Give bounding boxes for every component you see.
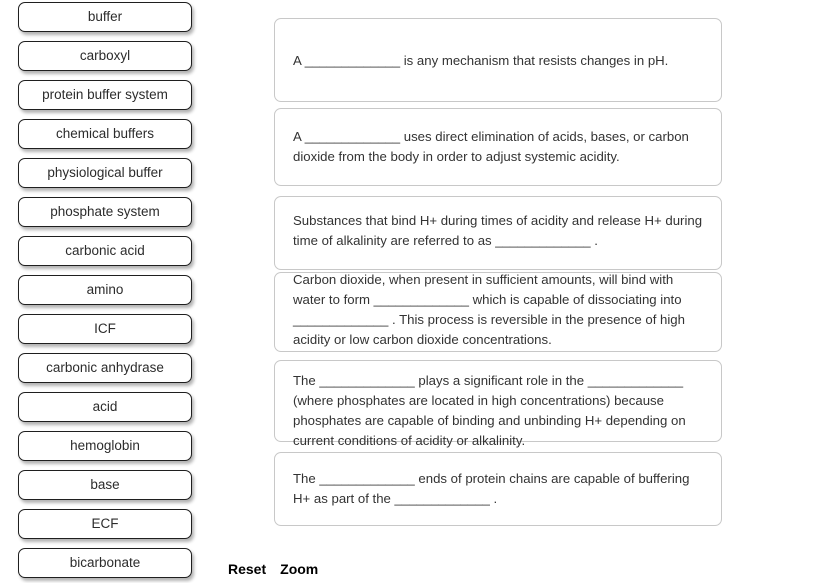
word-tile-label: hemoglobin	[70, 438, 140, 454]
word-tile-label: amino	[86, 282, 124, 298]
word-tile-label: ECF	[91, 516, 119, 532]
word-tile-label: protein buffer system	[42, 87, 168, 103]
word-tile[interactable]: carbonic anhydrase	[18, 353, 192, 383]
zoom-button[interactable]: Zoom	[280, 561, 318, 577]
word-tile-tray: buffer carboxyl protein buffer system chemi…	[0, 0, 212, 583]
word-tile-label: base	[90, 477, 120, 493]
question-card[interactable]: A _____________ uses direct elimination …	[274, 108, 722, 186]
word-tile[interactable]: carboxyl	[18, 41, 192, 71]
question-text: Carbon dioxide, when present in sufficie…	[293, 272, 685, 347]
word-tile[interactable]: amino	[18, 275, 192, 305]
question-text: The _____________ ends of protein chains…	[293, 471, 690, 506]
question-card[interactable]: Substances that bind H+ during times of …	[274, 196, 722, 270]
question-text: The _____________ plays a significant ro…	[293, 373, 686, 448]
control-bar: Reset Zoom	[228, 561, 318, 583]
word-tile[interactable]: acid	[18, 392, 192, 422]
question-text: A _____________ is any mechanism that re…	[293, 53, 669, 68]
word-tile[interactable]: ECF	[18, 509, 192, 539]
word-tile[interactable]: ICF	[18, 314, 192, 344]
word-tile-label: acid	[92, 399, 118, 415]
word-tile[interactable]: phosphate system	[18, 197, 192, 227]
word-tile[interactable]: buffer	[18, 2, 192, 32]
question-card[interactable]: The _____________ plays a significant ro…	[274, 360, 722, 448]
word-tile-label: phosphate system	[50, 204, 160, 220]
word-tile[interactable]: bicarbonate	[18, 548, 192, 578]
word-tile[interactable]: protein buffer system	[18, 80, 192, 110]
word-tile-label: carboxyl	[79, 48, 131, 64]
question-card[interactable]: Carbon dioxide, when present in sufficie…	[274, 272, 722, 352]
word-tile[interactable]: carbonic acid	[18, 236, 192, 266]
question-card[interactable]: A _____________ is any mechanism that re…	[274, 18, 722, 102]
question-card[interactable]: The _____________ ends of protein chains…	[274, 452, 722, 526]
word-tile-label: carbonic acid	[65, 243, 145, 259]
word-tile[interactable]: hemoglobin	[18, 431, 192, 461]
word-tile-label: physiological buffer	[47, 165, 163, 181]
word-tile-label: carbonic anhydrase	[46, 360, 164, 376]
word-tile-label: bicarbonate	[69, 555, 141, 571]
word-tile[interactable]: physiological buffer	[18, 158, 192, 188]
word-tile[interactable]: base	[18, 470, 192, 500]
question-text: Substances that bind H+ during times of …	[293, 213, 703, 248]
word-tile-label: buffer	[87, 9, 123, 25]
question-text: A _____________ uses direct elimination …	[293, 129, 689, 164]
reset-button[interactable]: Reset	[228, 561, 266, 577]
word-tile-label: chemical buffers	[55, 126, 155, 142]
word-tile[interactable]: chemical buffers	[18, 119, 192, 149]
word-tile-label: ICF	[94, 321, 116, 337]
